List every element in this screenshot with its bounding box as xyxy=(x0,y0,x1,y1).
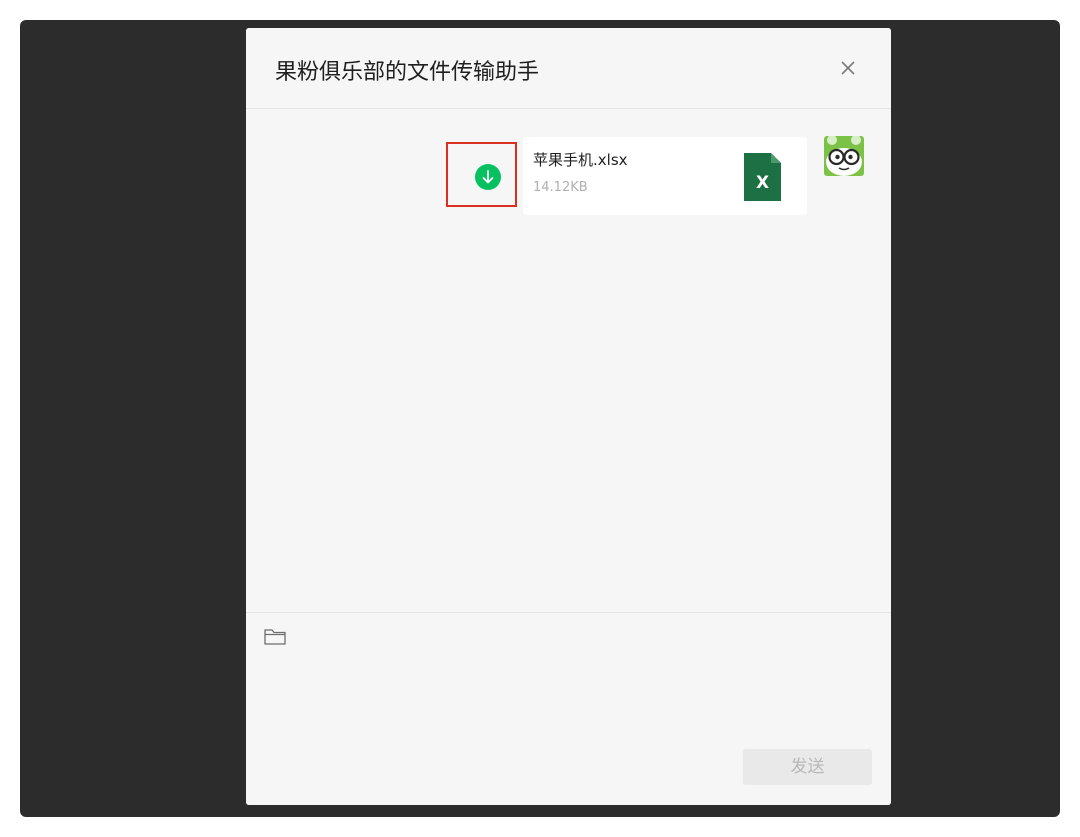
download-button[interactable] xyxy=(475,164,501,190)
send-button[interactable]: 发送 xyxy=(743,749,872,785)
dialog-title: 果粉俱乐部的文件传输助手 xyxy=(275,60,540,85)
dialog-header: 果粉俱乐部的文件传输助手 xyxy=(246,28,891,109)
file-size: 14.12KB xyxy=(533,180,588,195)
file-type-letter: X xyxy=(756,173,769,193)
file-name: 苹果手机.xlsx xyxy=(533,151,628,169)
download-arrow-icon xyxy=(475,164,501,190)
close-button[interactable] xyxy=(834,54,862,82)
file-transfer-dialog: 果粉俱乐部的文件传输助手 苹果手机.xlsx 14.12KB X 发送 xyxy=(246,28,891,805)
file-message-bubble[interactable]: 苹果手机.xlsx 14.12KB X xyxy=(523,137,807,215)
folder-icon xyxy=(264,629,286,645)
folder-button[interactable] xyxy=(263,625,287,647)
excel-file-icon: X xyxy=(744,153,781,201)
chat-area: 苹果手机.xlsx 14.12KB X xyxy=(246,109,891,612)
avatar[interactable] xyxy=(824,136,864,176)
input-area: 发送 xyxy=(246,612,891,805)
app-window: 果粉俱乐部的文件传输助手 苹果手机.xlsx 14.12KB X 发送 xyxy=(20,20,1060,817)
close-icon xyxy=(841,61,855,75)
